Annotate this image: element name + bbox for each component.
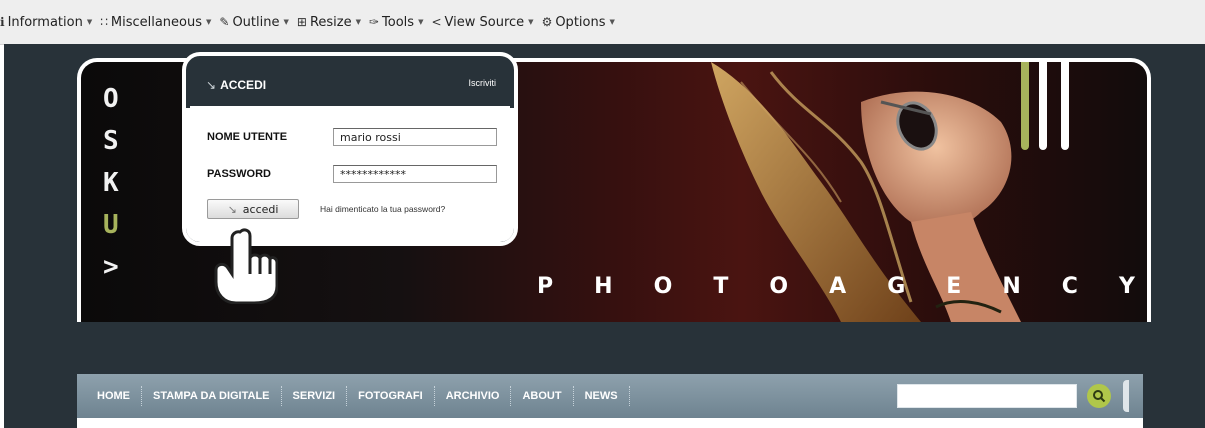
side-glyph: U [103,210,119,240]
search-input[interactable] [897,384,1077,408]
username-label: NOME UTENTE [207,131,288,143]
nav-item-home[interactable]: HOME [77,386,142,406]
grid-icon: ∷ [100,15,108,29]
toolbar-tools-label: Tools [382,14,415,30]
login-form: NOME UTENTE PASSWORD ↘ accedi Hai dimenti… [186,108,514,242]
pencil-icon: ✎ [219,15,230,29]
caret-down-icon: ▼ [86,18,93,26]
caret-down-icon: ▼ [283,18,289,26]
wordmark-letter: O [653,274,675,299]
toolbar-miscellaneous[interactable]: ∷ Miscellaneous ▼ [100,15,211,30]
code-icon: < [431,15,442,29]
toolbar-view-source-label: View Source [444,14,525,30]
toolbar-resize-label: Resize [309,14,352,30]
password-label: PASSWORD [207,168,271,180]
nav-item-about[interactable]: ABOUT [511,386,574,406]
side-logo-glyphs: O S K U > [103,84,119,282]
nav-item-fotografi[interactable]: FOTOGRAFI [347,386,435,406]
toolbar-options[interactable]: ⚙ Options ▼ [542,15,615,30]
wordmark-letter: T [713,274,731,299]
side-glyph: K [103,168,119,198]
hand-pointer-icon [214,228,278,304]
caret-down-icon: ▼ [206,18,212,26]
arrow-down-right-icon: ↘ [227,202,237,216]
caret-down-icon: ▼ [355,18,361,26]
toolbar-view-source[interactable]: < View Source ▼ [431,15,533,30]
toolbar-tools[interactable]: ✑ Tools ▼ [369,15,423,30]
nav-item-stampa-da-digitale[interactable]: STAMPA DA DIGITALE [142,386,282,406]
info-icon: ℹ [0,15,5,29]
nav-item-archivio[interactable]: ARCHIVIO [435,386,512,406]
caret-down-icon: ▼ [418,18,424,26]
toolbar-outline[interactable]: ✎ Outline ▼ [219,15,288,30]
login-title: ↘ ACCEDI [206,78,266,92]
username-field[interactable] [333,128,497,146]
brand-wordmark: P H O T O A G E N C Y [537,274,1137,299]
toolbar-outline-label: Outline [232,14,280,30]
register-link[interactable]: Iscriviti [469,78,497,88]
login-submit-label: accedi [242,202,279,216]
gear-icon: ⚙ [541,15,553,29]
wrench-icon: ✑ [368,15,380,29]
nav-item-news[interactable]: NEWS [574,386,630,406]
caret-down-icon: ▼ [528,18,534,26]
wordmark-letter: O [769,274,791,299]
caret-down-icon: ▼ [609,18,615,26]
side-glyph: > [103,252,119,282]
wordmark-letter: A [829,274,849,299]
toolbar-information-label: Information [7,14,83,30]
side-glyph: S [103,126,119,156]
forgot-password-link[interactable]: Hai dimenticato la tua password? [320,204,445,214]
wordmark-letter: P [537,274,556,299]
wordmark-letter: Y [1118,274,1137,299]
resize-icon: ⊞ [296,15,307,29]
side-glyph: O [103,84,119,114]
toolbar-options-label: Options [555,14,606,30]
login-submit-button[interactable]: ↘ accedi [207,199,299,219]
wordmark-letter: H [594,274,615,299]
toolbar-resize[interactable]: ⊞ Resize ▼ [297,15,361,30]
wordmark-letter: C [1061,274,1080,299]
login-panel: ↘ACCEDI Iscriviti NOME UTENTE PASSWORD ↘… [182,52,518,246]
content-area [77,418,1143,428]
search-icon [1093,390,1106,403]
nav-edge [1123,380,1129,412]
toolbar-miscellaneous-label: Miscellaneous [110,14,202,30]
nav-item-servizi[interactable]: SERVIZI [282,386,348,406]
search-button[interactable] [1087,384,1111,408]
login-title-text: ACCEDI [220,78,267,92]
toolbar-information[interactable]: ℹ Information ▼ [0,15,92,30]
wordmark-letter: G [887,274,908,299]
browser-toolbar: ℹ Information ▼ ∷ Miscellaneous ▼ ✎ Outline ▼ … [0,0,1205,45]
main-nav: HOME STAMPA DA DIGITALE SERVIZI FOTOGRAF… [77,374,1143,418]
arrow-down-right-icon: ↘ [206,78,217,92]
password-field[interactable] [333,165,497,183]
wordmark-letter: N [1002,274,1023,299]
wordmark-letter: E [946,274,964,299]
